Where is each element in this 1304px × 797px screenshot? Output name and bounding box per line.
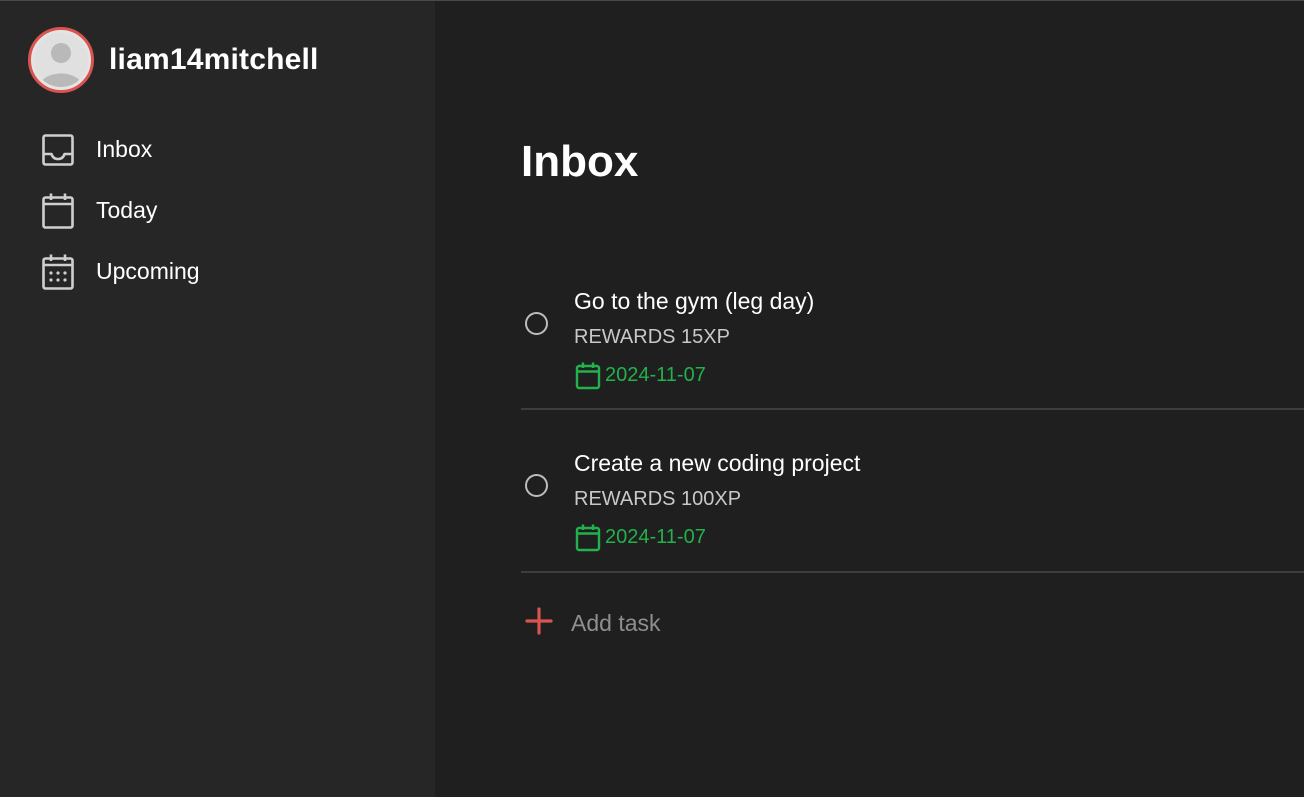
username: liam14mitchell xyxy=(109,43,319,76)
task-date-text: 2024-11-07 xyxy=(605,363,706,386)
main-content: Inbox Go to the gym (leg day) REWARDS 15… xyxy=(435,1,1304,797)
user-placeholder-icon xyxy=(34,33,88,87)
calendar-icon xyxy=(574,522,602,552)
task-complete-checkbox[interactable] xyxy=(525,474,548,497)
inbox-icon xyxy=(40,130,76,170)
add-task-label: Add task xyxy=(571,610,661,636)
sidebar-item-label: Upcoming xyxy=(96,258,200,284)
sidebar-item-inbox[interactable]: Inbox xyxy=(40,119,200,180)
avatar[interactable] xyxy=(28,27,94,93)
task-item[interactable]: Create a new coding project REWARDS 100X… xyxy=(521,432,1304,573)
task-reward: REWARDS 100XP xyxy=(574,488,742,510)
task-due-date: 2024-11-07 xyxy=(574,360,706,390)
sidebar: liam14mitchell Inbox Today Upcoming xyxy=(0,1,435,797)
task-title: Go to the gym (leg day) xyxy=(574,288,815,314)
page-title: Inbox xyxy=(521,137,639,186)
add-task-button[interactable]: Add task xyxy=(525,607,661,640)
user-profile[interactable]: liam14mitchell xyxy=(28,27,319,93)
task-item[interactable]: Go to the gym (leg day) REWARDS 15XP 202… xyxy=(521,270,1304,410)
task-due-date: 2024-11-07 xyxy=(574,522,706,552)
calendar-icon xyxy=(40,191,76,231)
task-reward: REWARDS 15XP xyxy=(574,326,730,348)
sidebar-nav: Inbox Today Upcoming xyxy=(40,119,200,302)
calendar-icon xyxy=(574,360,602,390)
calendar-grid-icon xyxy=(40,252,76,292)
task-date-text: 2024-11-07 xyxy=(605,525,706,548)
sidebar-item-label: Today xyxy=(96,197,158,223)
task-title: Create a new coding project xyxy=(574,450,861,476)
sidebar-item-label: Inbox xyxy=(96,136,153,162)
task-complete-checkbox[interactable] xyxy=(525,312,548,335)
plus-icon xyxy=(525,607,553,640)
sidebar-item-today[interactable]: Today xyxy=(40,180,200,241)
sidebar-item-upcoming[interactable]: Upcoming xyxy=(40,241,200,302)
